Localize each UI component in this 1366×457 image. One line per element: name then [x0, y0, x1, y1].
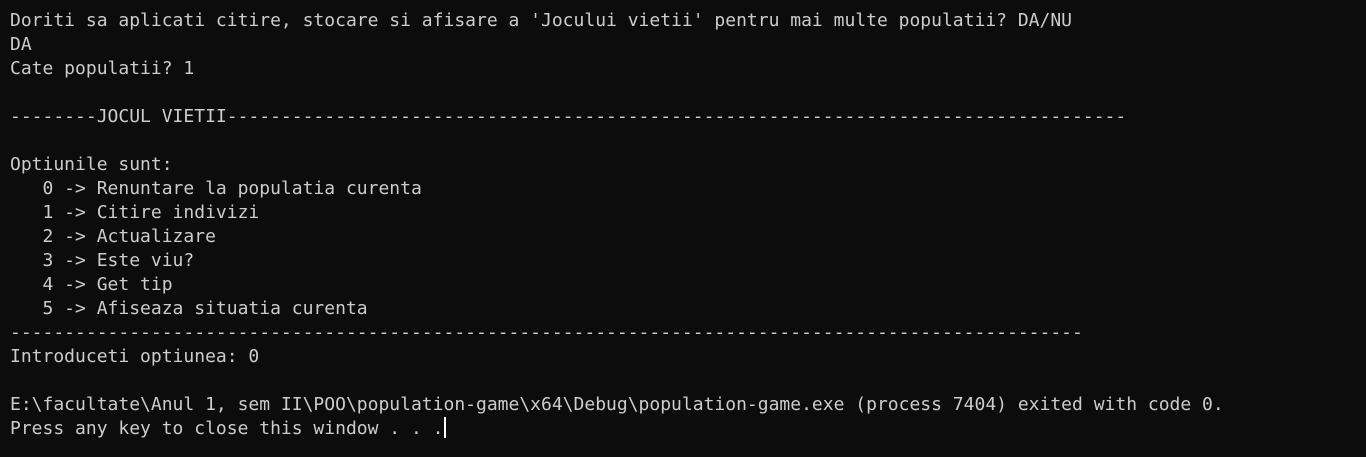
option-item: 2 -> Actualizare [10, 226, 216, 247]
game-title-line: --------JOCUL VIETII--------------------… [10, 106, 1127, 127]
population-count-line: Cate populatii? 1 [10, 58, 195, 79]
process-exit-message: E:\facultate\Anul 1, sem II\POO\populati… [10, 394, 1224, 415]
separator-line: ----------------------------------------… [10, 322, 1083, 343]
option-item: 3 -> Este viu? [10, 250, 195, 271]
user-answer: DA [10, 34, 32, 55]
close-prompt-text: Press any key to close this window . . . [10, 418, 444, 439]
close-prompt-line: Press any key to close this window . . . [10, 417, 1360, 441]
options-heading: Optiunile sunt: [10, 154, 173, 175]
separator-line: ----------------------------------------… [10, 0, 1360, 9]
prompt-question: Doriti sa aplicati citire, stocare si af… [10, 10, 1073, 31]
option-item: 0 -> Renuntare la populatia curenta [10, 178, 422, 199]
text-cursor [444, 417, 447, 438]
option-item: 5 -> Afiseaza situatia curenta [10, 298, 368, 319]
console-output[interactable]: ----------------------------------------… [10, 0, 1360, 441]
option-item: 4 -> Get tip [10, 274, 173, 295]
option-input-line: Introduceti optiunea: 0 [10, 346, 260, 367]
option-item: 1 -> Citire indivizi [10, 202, 260, 223]
